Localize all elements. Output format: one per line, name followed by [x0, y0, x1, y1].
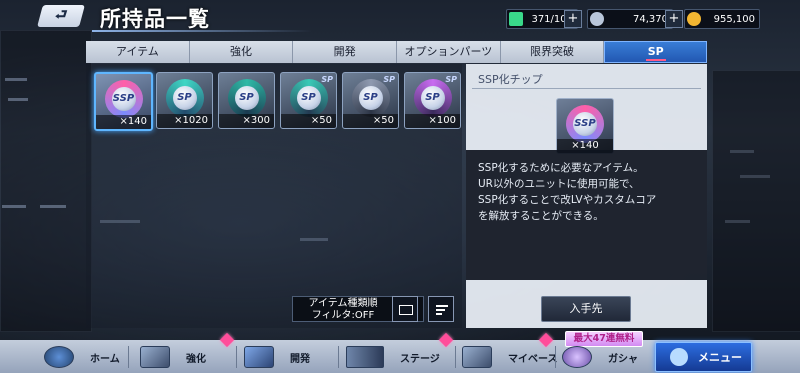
menu-icon: [670, 348, 688, 366]
item-slot[interactable]: SP ×300: [218, 72, 275, 129]
item-count: ×50: [281, 114, 336, 128]
sort-lines-icon: [436, 305, 448, 307]
coin-icon: [687, 12, 701, 26]
item-detail-panel: SSP化チップ SSP ×140 SSP化するために必要なアイテム。 UR以外の…: [466, 64, 707, 328]
title-underline: [92, 30, 312, 32]
background-wall: [712, 70, 800, 332]
background-light: [2, 205, 26, 208]
obtain-source-button[interactable]: 入手先: [541, 296, 631, 322]
item-slot[interactable]: SP SP ×100: [404, 72, 461, 129]
background-light: [8, 98, 28, 101]
back-arrow-icon: ⮐: [54, 7, 68, 23]
item-count: ×300: [219, 114, 274, 128]
add-stamina-button[interactable]: +: [564, 10, 582, 28]
detail-divider: [472, 88, 701, 89]
wrench-icon: [140, 346, 170, 368]
add-gems-button[interactable]: +: [665, 10, 683, 28]
rifle-icon: [346, 346, 384, 368]
tab-sp[interactable]: SP: [604, 41, 708, 63]
sp-emblem-icon: SP: [289, 79, 328, 117]
sp-chip-icon: SP: [165, 79, 204, 117]
sort-order-label: アイテム種類順: [308, 298, 378, 309]
background-wall: [0, 30, 92, 332]
base-icon: [462, 346, 492, 368]
sp-tag: SP: [321, 75, 333, 84]
factory-icon: [244, 346, 274, 368]
ssp-chip-icon: SSP: [566, 105, 604, 143]
detail-description: SSP化するために必要なアイテム。 UR以外のユニットに使用可能で、 SSP化す…: [466, 150, 707, 280]
item-count: ×50: [343, 114, 398, 128]
background-light: [40, 205, 66, 208]
item-grid: SSP ×140 SP ×1020 SP ×300 SP SP ×50 SP S…: [86, 64, 462, 328]
background-light: [5, 78, 27, 81]
item-slot[interactable]: SSP ×140: [94, 72, 153, 131]
tab-develop[interactable]: 開発: [293, 41, 398, 63]
page-title: 所持品一覧: [100, 7, 210, 31]
category-tabs: アイテム 強化 開発 オプションパーツ 限界突破 SP: [86, 41, 708, 63]
view-toggle-button[interactable]: [392, 296, 418, 322]
menu-button[interactable]: メニュー: [655, 342, 752, 372]
item-count: ×1020: [157, 114, 212, 128]
capsule-icon: [562, 346, 592, 368]
gems-value: 74,370: [633, 13, 668, 25]
coins-value: 955,100: [713, 13, 755, 25]
bottom-nav: ホーム 強化 開発 ステージ マイベース 最大47連無料 ガシャ メニュー: [0, 331, 800, 373]
home-icon: [44, 346, 74, 368]
sp-tag: SP: [445, 75, 457, 84]
sort-direction-button[interactable]: [428, 296, 454, 322]
item-count: ×100: [405, 114, 460, 128]
back-button[interactable]: ⮐: [37, 5, 85, 27]
tab-enhance[interactable]: 強化: [190, 41, 294, 63]
energy-icon: [509, 12, 523, 26]
tab-limit-break[interactable]: 限界突破: [501, 41, 605, 63]
nav-home[interactable]: ホーム: [44, 345, 120, 369]
notification-badge: [438, 332, 454, 348]
sp-chip-icon: SP: [227, 79, 266, 117]
filter-status-label: フィルタ:OFF: [311, 310, 375, 321]
nav-enhance[interactable]: 強化: [140, 345, 206, 369]
ssp-chip-icon: SSP: [104, 80, 143, 118]
item-slot[interactable]: SP SP ×50: [342, 72, 399, 129]
notification-badge: [219, 332, 235, 348]
sp-shield-icon: SP: [413, 79, 452, 117]
nav-stage[interactable]: ステージ: [346, 345, 440, 369]
sp-emblem-icon: SP: [351, 79, 390, 117]
item-slot[interactable]: SP ×1020: [156, 72, 213, 129]
detail-item-slot: SSP ×140: [556, 98, 614, 154]
tab-item[interactable]: アイテム: [86, 41, 190, 63]
nav-mybase[interactable]: マイベース: [462, 345, 558, 369]
gems-counter: 74,370: [587, 9, 673, 29]
crystal-icon: [590, 12, 604, 26]
coins-counter: 955,100: [684, 9, 760, 29]
item-slot[interactable]: SP SP ×50: [280, 72, 337, 129]
display-mode-icon: [399, 305, 413, 315]
nav-gacha[interactable]: ガシャ: [562, 345, 638, 369]
nav-develop[interactable]: 開発: [244, 345, 310, 369]
detail-item-name: SSP化チップ: [478, 73, 543, 86]
sp-tag: SP: [383, 75, 395, 84]
item-count: ×140: [96, 115, 151, 129]
tab-option-parts[interactable]: オプションパーツ: [397, 41, 501, 63]
